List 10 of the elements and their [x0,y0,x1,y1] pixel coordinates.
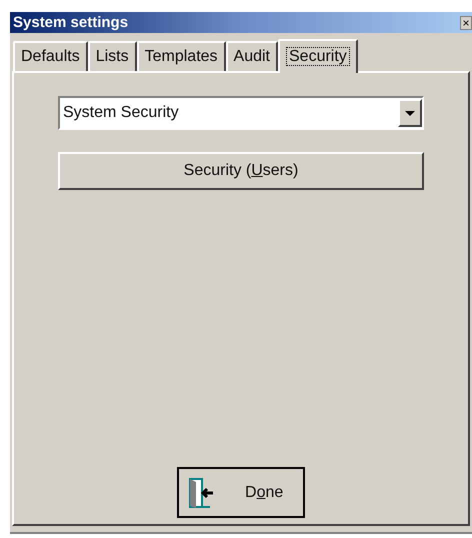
window-title: System settings [13,15,128,30]
tab[interactable]: Templates [136,41,226,71]
close-button[interactable]: × [460,16,472,30]
tab[interactable]: Security [278,39,358,73]
tab[interactable]: Lists [88,41,137,71]
dropdown-field[interactable]: System Security [58,96,424,130]
tab[interactable]: Defaults [13,41,88,71]
done-button[interactable]: Done [177,467,305,518]
tab[interactable]: Audit [226,41,278,71]
security-users-button[interactable]: Security (Users) [58,152,424,190]
